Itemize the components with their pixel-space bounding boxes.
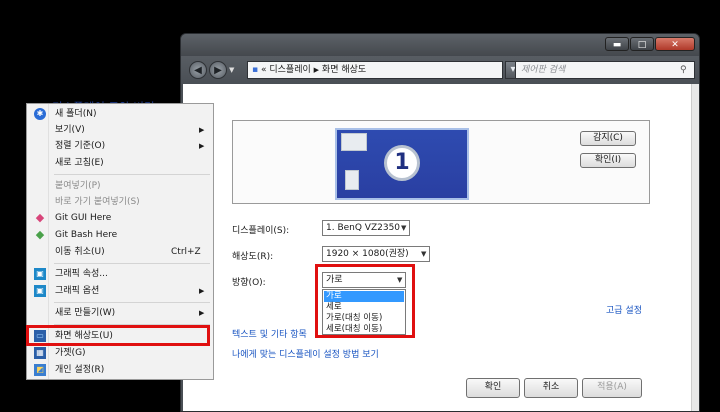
folder-icon: ▪ [252,65,259,75]
ok-button[interactable]: 확인 [466,378,520,398]
resolution-select[interactable]: 1920 × 1080(권장) ▼ [322,246,430,262]
gadget-icon: ▦ [34,347,46,359]
display-select[interactable]: 1. BenQ VZ2350 ▼ [322,220,410,236]
menu-item-graphics-options[interactable]: ▣ 그래픽 옵션 ▶ [27,283,213,299]
title-bar[interactable]: ▬ □ ✕ [181,34,699,56]
submenu-arrow-icon: ▶ [199,287,205,295]
menu-item-personalize[interactable]: ◩ 개인 설정(R) [27,362,213,378]
breadcrumb-separator-icon[interactable]: ▶ [314,66,319,74]
minimize-button[interactable]: ▬ [605,37,629,51]
submenu-arrow-icon: ▶ [199,309,205,317]
menu-separator [54,302,210,303]
cancel-button[interactable]: 취소 [524,378,578,398]
advanced-settings-link[interactable]: 고급 설정 [606,303,642,316]
chevron-down-icon[interactable]: ▼ [401,221,406,235]
search-icon[interactable]: ⚲ [680,62,687,78]
history-dropdown-icon[interactable]: ▼ [229,66,234,74]
display-help-link[interactable]: 나에게 맞는 디스플레이 설정 방법 보기 [232,347,379,360]
display-select-value: 1. BenQ VZ2350 [326,223,401,233]
search-placeholder: 제어판 검색 [521,65,566,75]
git-icon: ◆ [35,211,45,224]
menu-separator [54,174,210,175]
address-bar[interactable]: ▪ « 디스플레이 ▶ 화면 해상도 [247,61,503,79]
menu-item-new-folder[interactable]: ✱ 새 폴더(N) [27,106,213,122]
new-folder-icon: ✱ [34,108,46,120]
menu-item-gadgets[interactable]: ▦ 가젯(G) [27,345,213,361]
close-button[interactable]: ✕ [655,37,695,51]
identify-button[interactable]: 확인(I) [580,153,636,168]
menu-item-git-bash[interactable]: ◆ Git Bash Here [27,227,213,243]
maximize-button[interactable]: □ [630,37,654,51]
menu-separator [54,263,210,264]
forward-button[interactable]: ▶ [209,61,227,79]
submenu-arrow-icon: ▶ [199,142,205,150]
menu-item-paste[interactable]: 붙여넣기(P) [27,178,213,194]
display-label: 디스플레이(S): [232,226,290,236]
menu-item-sort-by[interactable]: 정렬 기준(O) ▶ [27,138,213,154]
window-thumbnail-icon [341,133,367,151]
menu-item-graphics-properties[interactable]: ▣ 그래픽 속성... [27,266,213,282]
highlight-box-orientation [315,264,415,338]
resolution-select-value: 1920 × 1080(권장) [326,249,409,259]
text-size-link[interactable]: 텍스트 및 기타 항목 [232,327,307,340]
menu-shortcut-text: Ctrl+Z [171,247,201,257]
back-button[interactable]: ◀ [189,61,207,79]
chevron-down-icon[interactable]: ▼ [421,247,426,261]
detect-button[interactable]: 감지(C) [580,131,636,146]
graphics-icon: ▣ [34,268,46,280]
breadcrumb-prefix[interactable]: « [261,65,267,75]
search-input[interactable]: 제어판 검색 ⚲ [515,61,695,79]
monitor-number-badge: 1 [384,145,420,181]
personalize-icon: ◩ [34,364,46,376]
orientation-label: 방향(O): [232,278,266,288]
breadcrumb-item-display[interactable]: 디스플레이 [269,65,310,75]
menu-item-refresh[interactable]: 새로 고침(E) [27,155,213,171]
menu-item-new[interactable]: 새로 만들기(W) ▶ [27,305,213,321]
vertical-scrollbar[interactable] [691,84,699,411]
address-toolbar: ◀ ▶ ▼ ▪ « 디스플레이 ▶ 화면 해상도 ▾ 제어판 검색 ⚲ [181,56,699,84]
menu-item-paste-shortcut[interactable]: 바로 가기 붙여넣기(S) [27,194,213,210]
resolution-label: 해상도(R): [232,252,274,262]
menu-item-git-gui[interactable]: ◆ Git GUI Here [27,210,213,226]
submenu-arrow-icon: ▶ [199,126,205,134]
apply-button[interactable]: 적용(A) [582,378,642,398]
window-thumbnail-icon-small [345,170,359,190]
breadcrumb-item-resolution[interactable]: 화면 해상도 [322,65,366,75]
menu-item-view[interactable]: 보기(V) ▶ [27,122,213,138]
graphics-icon: ▣ [34,285,46,297]
git-icon: ◆ [35,228,45,241]
menu-item-undo-move[interactable]: 이동 취소(U) Ctrl+Z [27,244,213,260]
highlight-box-screen-resolution [26,325,210,346]
